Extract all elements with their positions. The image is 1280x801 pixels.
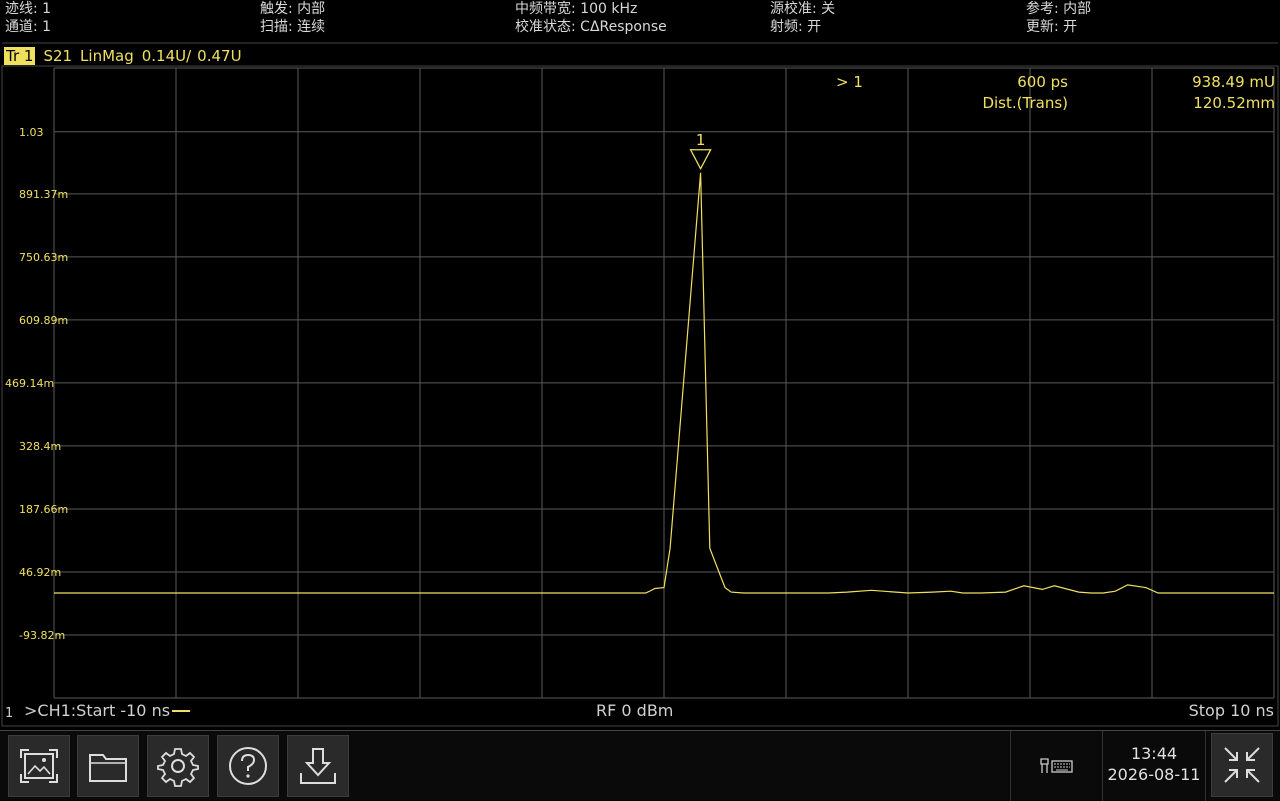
help-icon — [229, 747, 267, 785]
y-tick-label: 187.66m — [19, 503, 68, 516]
marker-label: 1 — [696, 131, 706, 149]
marker-x-value: 600 ps — [1017, 73, 1068, 91]
plot-footer: 1 >CH1:Start -10 ns RF 0 dBm Stop 10 ns — [0, 699, 1280, 725]
y-tick-label: 750.63m — [19, 251, 68, 264]
clock: 13:44 2026-08-11 — [1102, 731, 1206, 801]
y-tick-label: 328.4m — [19, 440, 61, 453]
fullscreen-icon — [1224, 747, 1260, 783]
y-tick-label: 891.37m — [19, 188, 68, 201]
y-tick-label: -93.82m — [19, 629, 65, 642]
taskbar: 13:44 2026-08-11 — [0, 730, 1280, 801]
marker-y-value: 938.49 mU — [1192, 73, 1275, 91]
keyboard-icon — [1039, 758, 1073, 773]
marker-dist-label: Dist.(Trans) — [982, 94, 1068, 112]
gear-icon — [157, 748, 199, 787]
screenshot-button[interactable] — [8, 735, 70, 797]
rf-power[interactable]: RF 0 dBm — [596, 701, 673, 720]
y-tick-label: 1.03 — [19, 126, 44, 139]
keyboard-button[interactable] — [1010, 731, 1102, 801]
start-value[interactable]: >CH1:Start -10 ns — [24, 701, 170, 720]
trace-plot[interactable]: 1.03 891.37m 750.63m 609.89m 469.14m 328.4m 18… — [0, 0, 1280, 728]
clock-time: 13:44 — [1130, 744, 1178, 763]
channel-number: 1 — [5, 706, 14, 721]
settings-button[interactable] — [147, 735, 209, 797]
file-manager-button[interactable] — [77, 735, 139, 797]
folder-icon — [89, 754, 127, 782]
marker-dist-value: 120.52mm — [1193, 94, 1275, 112]
marker-triangle — [689, 149, 712, 171]
stop-value[interactable]: Stop 10 ns — [1189, 701, 1274, 720]
marker-active: > 1 — [836, 73, 863, 91]
screenshot-icon — [20, 749, 58, 783]
y-tick-label: 609.89m — [19, 314, 68, 327]
trace-legend-swatch — [172, 710, 190, 712]
help-button[interactable] — [217, 735, 279, 797]
y-tick-label: 469.14m — [5, 377, 54, 390]
download-button[interactable] — [287, 735, 349, 797]
download-icon — [300, 748, 336, 784]
clock-date: 2026-08-11 — [1107, 765, 1201, 784]
y-tick-label: 46.92m — [19, 566, 61, 579]
fullscreen-button[interactable] — [1211, 733, 1273, 797]
